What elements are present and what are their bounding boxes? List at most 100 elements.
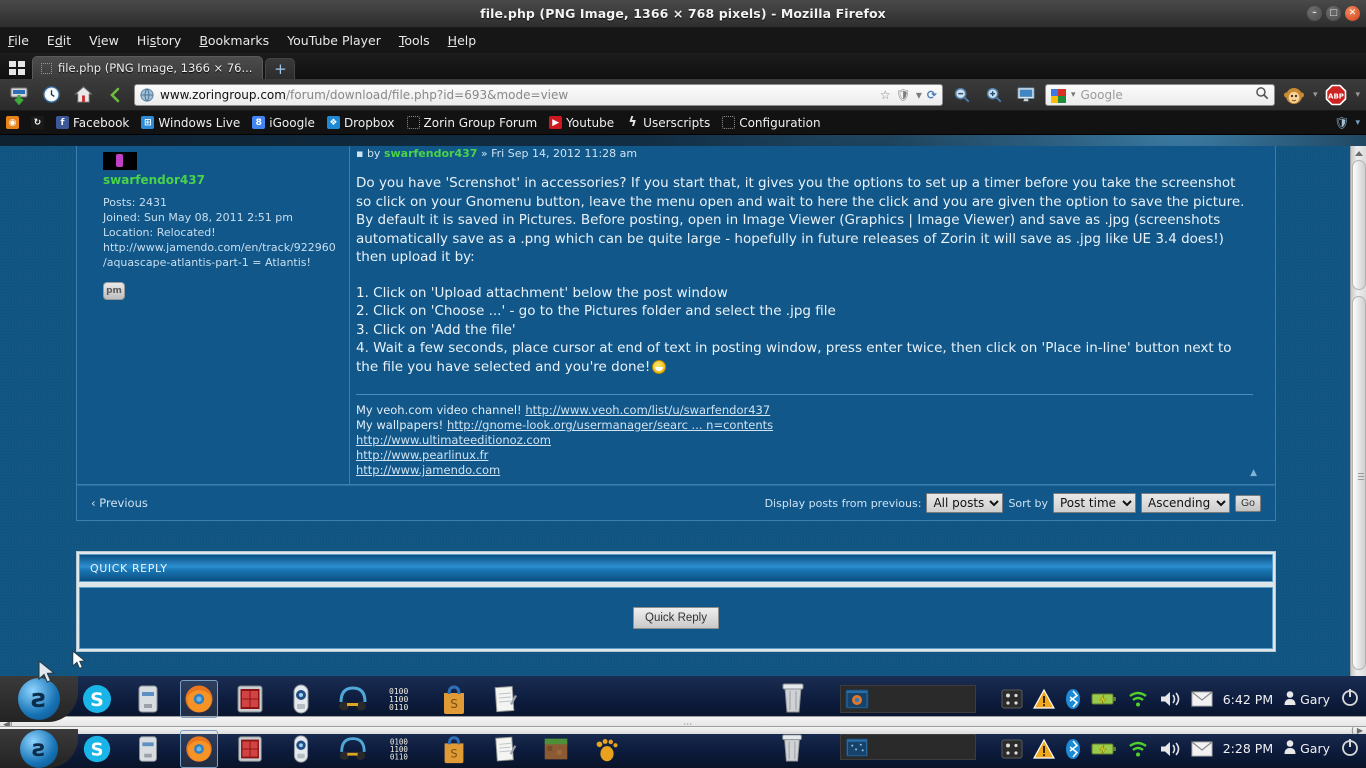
trash-icon-lower[interactable] xyxy=(778,732,806,768)
firefox-icon[interactable] xyxy=(180,680,218,718)
audio-icon[interactable] xyxy=(333,730,371,768)
minecraft-icon[interactable] xyxy=(537,730,575,768)
page-scrollbar-thumb-lower[interactable] xyxy=(1352,296,1366,670)
menu-item-file[interactable]: File xyxy=(8,33,29,48)
browser-tab-active[interactable]: file.php (PNG Image, 1366 × 76... xyxy=(32,56,264,79)
menu-item-youtube-player[interactable]: YouTube Player xyxy=(287,33,381,48)
text-editor-icon[interactable] xyxy=(486,680,524,718)
firefox-window-button[interactable] xyxy=(845,689,869,709)
media-player-icon[interactable] xyxy=(282,680,320,718)
menu-item-view[interactable]: View xyxy=(89,33,119,48)
monkey-addon-icon[interactable] xyxy=(1281,82,1307,108)
sort-order-select[interactable]: Ascending xyxy=(1140,493,1230,513)
menu-item-history[interactable]: History xyxy=(137,33,181,48)
display-posts-select[interactable]: All posts xyxy=(926,493,1004,513)
screenshot-icon[interactable] xyxy=(1013,82,1039,108)
mail-icon[interactable] xyxy=(1191,691,1213,707)
software-center-icon[interactable]: S xyxy=(435,680,473,718)
audio-icon[interactable] xyxy=(333,680,371,718)
skype-icon[interactable]: S xyxy=(78,680,116,718)
calculator-icon[interactable] xyxy=(231,730,269,768)
adblock-chevron-icon[interactable]: ▾ xyxy=(1355,90,1360,100)
firefox-icon[interactable] xyxy=(180,729,218,768)
bookmark-facebook[interactable]: f Facebook xyxy=(56,116,129,130)
zoom-in-icon[interactable] xyxy=(981,82,1007,108)
user-menu[interactable]: Gary xyxy=(1283,690,1330,709)
media-applet-icon[interactable] xyxy=(1001,739,1023,759)
page-scrollbar-thumb[interactable] xyxy=(1352,160,1366,290)
terminal-icon[interactable]: 0100 1100 0110 xyxy=(384,730,422,768)
signature-link-jamendo[interactable]: http://www.jamendo.com xyxy=(356,463,500,477)
bookmark-igoogle[interactable]: 8 iGoogle xyxy=(252,116,315,130)
software-center-icon[interactable]: S xyxy=(435,730,473,768)
bookmark-userscripts[interactable]: ϟ Userscripts xyxy=(626,115,710,130)
sort-by-select[interactable]: Post time xyxy=(1052,493,1136,513)
search-bar[interactable]: ▾ Google xyxy=(1044,83,1275,106)
menu-item-edit[interactable]: Edit xyxy=(47,33,71,48)
bookmark-rss-icon[interactable]: ◉ xyxy=(6,116,19,129)
post-author-link[interactable]: swarfendor437 xyxy=(384,147,477,160)
bookmark-dropbox[interactable]: ❖ Dropbox xyxy=(326,116,395,130)
signature-link-pearlinux[interactable]: http://www.pearlinux.fr xyxy=(356,448,488,462)
gnome-icon[interactable] xyxy=(588,730,626,768)
url-bar[interactable]: www.zoringroup.com/forum/download/file.p… xyxy=(134,83,943,106)
menu-item-bookmarks[interactable]: Bookmarks xyxy=(199,33,269,48)
media-applet-icon[interactable] xyxy=(1001,689,1023,709)
volume-icon[interactable] xyxy=(1159,740,1181,758)
archive-manager-icon[interactable] xyxy=(129,730,167,768)
calculator-icon[interactable] xyxy=(231,680,269,718)
battery-icon[interactable] xyxy=(1091,691,1117,707)
chevron-down-icon[interactable]: ▾ xyxy=(916,88,922,102)
signature-link-veoh[interactable]: http://www.veoh.com/list/u/swarfendor437 xyxy=(525,403,770,417)
warning-icon[interactable] xyxy=(1032,738,1055,759)
signature-link-ultimateedition[interactable]: http://www.ultimateeditionoz.com xyxy=(356,433,551,447)
maximize-button[interactable]: □ xyxy=(1326,6,1341,21)
search-engine-chevron-icon[interactable]: ▾ xyxy=(1071,90,1076,100)
mail-icon[interactable] xyxy=(1191,741,1213,757)
battery-icon[interactable] xyxy=(1091,741,1117,757)
minimize-button[interactable]: – xyxy=(1307,6,1322,21)
warning-icon[interactable] xyxy=(1032,689,1055,709)
shield-icon[interactable]: 🛡 xyxy=(1334,116,1349,130)
go-button[interactable]: Go xyxy=(1234,494,1261,512)
power-icon[interactable] xyxy=(1340,687,1360,711)
terminal-icon[interactable]: 0100 1100 0110 xyxy=(384,680,422,718)
scroll-to-top-icon[interactable]: ▲ xyxy=(1250,468,1257,478)
bookmark-windows-live[interactable]: ⊞ Windows Live xyxy=(141,116,240,130)
app-menu-button[interactable] xyxy=(4,57,30,79)
back-arrow-icon[interactable] xyxy=(102,82,128,108)
power-icon[interactable] xyxy=(1340,737,1360,761)
shield-icon[interactable]: 🛡 xyxy=(896,88,911,102)
search-icon[interactable] xyxy=(1255,85,1269,104)
archive-manager-icon[interactable] xyxy=(129,680,167,718)
clock[interactable]: 6:42 PM xyxy=(1223,692,1273,707)
search-input[interactable]: Google xyxy=(1080,88,1249,102)
zoom-out-icon[interactable] xyxy=(949,82,975,108)
page-scrollbar[interactable] xyxy=(1350,146,1366,676)
new-tab-button[interactable]: + xyxy=(265,58,296,79)
clock[interactable]: 2:28 PM xyxy=(1223,741,1273,756)
media-player-icon[interactable] xyxy=(282,730,320,768)
adblock-plus-icon[interactable]: ABP xyxy=(1323,82,1349,108)
pm-button[interactable]: pm xyxy=(103,282,125,300)
firefox-window-button-lower[interactable] xyxy=(845,737,869,757)
volume-icon[interactable] xyxy=(1159,690,1181,708)
menu-item-tools[interactable]: Tools xyxy=(399,33,430,48)
downloads-icon[interactable] xyxy=(6,82,32,108)
monkey-chevron-icon[interactable]: ▾ xyxy=(1313,90,1318,100)
wifi-icon[interactable] xyxy=(1127,740,1149,758)
user-menu[interactable]: Gary xyxy=(1283,739,1330,758)
bluetooth-icon[interactable] xyxy=(1065,688,1081,710)
signature-link-gnomelook[interactable]: http://gnome-look.org/usermanager/searc … xyxy=(447,418,773,432)
bookmark-star-icon[interactable]: ☆ xyxy=(880,88,891,102)
chevron-down-icon[interactable]: ▾ xyxy=(1355,118,1360,128)
trash-icon[interactable] xyxy=(778,681,808,719)
menu-item-help[interactable]: Help xyxy=(448,33,477,48)
text-editor-icon[interactable] xyxy=(486,730,524,768)
bookmark-youtube[interactable]: ▶ Youtube xyxy=(549,116,614,130)
skype-icon[interactable]: S xyxy=(78,730,116,768)
author-username[interactable]: swarfendor437 xyxy=(103,173,339,188)
wifi-icon[interactable] xyxy=(1127,690,1149,708)
bookmark-sync-icon[interactable]: ↻ xyxy=(31,116,44,129)
close-button[interactable]: ✕ xyxy=(1345,6,1360,21)
